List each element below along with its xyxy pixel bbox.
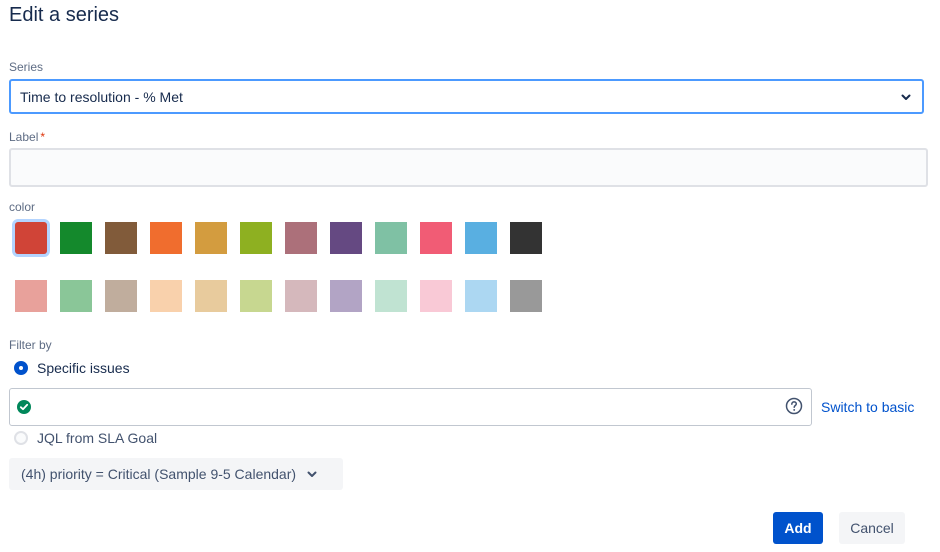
- color-swatch[interactable]: [510, 222, 542, 254]
- color-swatch[interactable]: [330, 222, 362, 254]
- color-swatch[interactable]: [465, 280, 497, 312]
- switch-to-basic-link[interactable]: Switch to basic: [821, 399, 914, 415]
- color-swatch[interactable]: [15, 280, 47, 312]
- filter-option-specific[interactable]: Specific issues: [14, 360, 130, 376]
- series-label: Series: [9, 60, 44, 74]
- help-icon[interactable]: [785, 397, 803, 420]
- filter-option-specific-label: Specific issues: [37, 360, 130, 376]
- filter-option-jql[interactable]: JQL from SLA Goal: [14, 430, 157, 446]
- sla-goal-dropdown[interactable]: (4h) priority = Critical (Sample 9-5 Cal…: [9, 458, 343, 490]
- chevron-down-icon: [900, 90, 912, 106]
- color-swatch[interactable]: [60, 222, 92, 254]
- color-swatch[interactable]: [240, 280, 272, 312]
- color-swatch[interactable]: [105, 280, 137, 312]
- color-swatch[interactable]: [510, 280, 542, 312]
- dialog-title: Edit a series: [9, 4, 120, 26]
- series-select-value: Time to resolution - % Met: [20, 88, 183, 105]
- series-select[interactable]: Time to resolution - % Met: [9, 79, 924, 114]
- cancel-button[interactable]: Cancel: [839, 512, 905, 544]
- color-swatch[interactable]: [420, 280, 452, 312]
- add-button[interactable]: Add: [773, 512, 823, 544]
- color-swatch[interactable]: [240, 222, 272, 254]
- label-field-label: Label *: [9, 130, 46, 144]
- color-swatch[interactable]: [420, 222, 452, 254]
- color-swatch[interactable]: [330, 280, 362, 312]
- sla-goal-dropdown-label: (4h) priority = Critical (Sample 9-5 Cal…: [21, 466, 297, 482]
- radio-specific[interactable]: [14, 361, 28, 375]
- color-swatch[interactable]: [375, 222, 407, 254]
- color-swatch[interactable]: [285, 222, 317, 254]
- filter-option-jql-label: JQL from SLA Goal: [37, 430, 158, 446]
- color-swatch[interactable]: [195, 222, 227, 254]
- jql-input[interactable]: [9, 388, 812, 426]
- chevron-down-icon: [306, 468, 318, 480]
- filter-label: Filter by: [9, 338, 52, 352]
- color-label: color: [9, 200, 36, 214]
- color-swatch[interactable]: [375, 280, 407, 312]
- color-swatch[interactable]: [150, 280, 182, 312]
- color-swatch[interactable]: [150, 222, 182, 254]
- label-input[interactable]: [9, 148, 928, 187]
- color-swatch[interactable]: [195, 280, 227, 312]
- color-swatch[interactable]: [105, 222, 137, 254]
- check-circle-icon: [17, 400, 31, 419]
- color-swatch[interactable]: [60, 280, 92, 312]
- required-mark: *: [40, 130, 46, 144]
- radio-jql[interactable]: [14, 431, 28, 445]
- color-swatch[interactable]: [465, 222, 497, 254]
- color-swatch[interactable]: [285, 280, 317, 312]
- color-swatch[interactable]: [15, 222, 47, 254]
